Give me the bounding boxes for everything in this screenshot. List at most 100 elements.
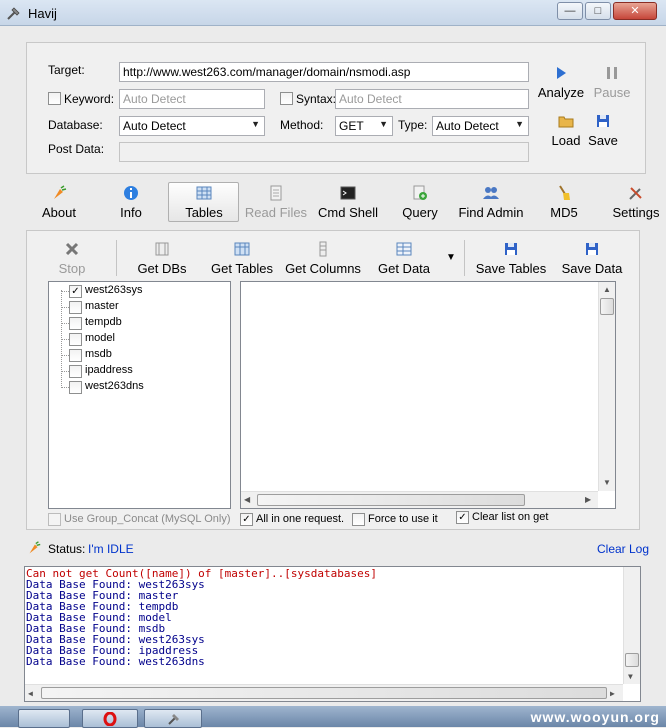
tab-md5[interactable]: MD5	[546, 184, 582, 220]
close-button[interactable]: ✕	[613, 2, 657, 20]
keyword-checkbox[interactable]	[48, 92, 61, 105]
group-concat-label: Use Group_Concat (MySQL Only)	[64, 513, 231, 525]
log-output[interactable]: Can not get Count([name]) of [master]..[…	[24, 566, 641, 702]
scroll-thumb[interactable]	[625, 653, 639, 667]
get-tables-button[interactable]: Get Tables	[207, 240, 277, 276]
folder-icon	[558, 116, 574, 128]
stop-button[interactable]: Stop	[50, 240, 94, 276]
scroll-down-icon[interactable]: ▼	[603, 478, 611, 487]
tree-item-label: tempdb	[85, 316, 122, 328]
chevron-down-icon: ▼	[379, 119, 388, 129]
force-checkbox[interactable]	[352, 513, 365, 526]
syntax-label: Syntax:	[296, 92, 337, 106]
query-icon	[413, 185, 427, 200]
scroll-thumb-horizontal[interactable]	[257, 494, 525, 506]
tab-md5-label: MD5	[550, 205, 578, 220]
log-vertical-scrollbar[interactable]: ▼	[623, 567, 640, 684]
get-columns-button[interactable]: Get Columns	[283, 240, 363, 276]
type-select[interactable]: Auto Detect ▼	[432, 116, 529, 136]
tab-cmd-shell[interactable]: Cmd Shell	[316, 184, 380, 220]
save-tables-button[interactable]: Save Tables	[473, 240, 549, 276]
get-dbs-button[interactable]: Get DBs	[133, 240, 191, 276]
analyze-label: Analyze	[537, 85, 585, 100]
syntax-input[interactable]: Auto Detect	[335, 89, 529, 109]
scroll-right-icon[interactable]: ▶	[585, 495, 591, 504]
taskbar-item-browser[interactable]	[82, 709, 138, 728]
tab-settings-label: Settings	[612, 205, 660, 220]
pause-button[interactable]: Pause	[590, 64, 634, 100]
database-select[interactable]: Auto Detect ▼	[119, 116, 265, 136]
target-input[interactable]: http://www.west263.com/manager/domain/ns…	[119, 62, 529, 82]
all-in-one-checkbox[interactable]: ✓	[240, 513, 253, 526]
tab-read-files[interactable]: Read Files	[244, 184, 308, 220]
scroll-right-icon[interactable]: ▶	[610, 688, 615, 699]
tree-item-checkbox[interactable]: ✓	[69, 285, 82, 298]
group-concat-checkbox[interactable]	[48, 513, 61, 526]
keyword-input[interactable]: Auto Detect	[119, 89, 265, 109]
tree-item-label: ipaddress	[85, 364, 133, 376]
get-tables-label: Get Tables	[211, 261, 273, 276]
clear-list-label: Clear list on get	[472, 511, 549, 523]
tab-tables[interactable]: Tables	[172, 184, 236, 220]
scroll-down-icon[interactable]: ▼	[628, 671, 633, 682]
method-label: Method:	[280, 118, 324, 132]
get-data-button[interactable]: Get Data	[373, 240, 435, 276]
floppy-disk-icon	[597, 115, 609, 127]
tree-item-label: model	[85, 332, 115, 344]
tree-item-checkbox[interactable]	[69, 317, 82, 330]
app-icon	[168, 714, 179, 725]
tree-item-checkbox[interactable]	[69, 333, 82, 346]
tab-settings[interactable]: Settings	[610, 184, 662, 220]
clear-log-link[interactable]: Clear Log	[597, 542, 649, 556]
tab-info[interactable]: Info	[112, 184, 150, 220]
get-data-label: Get Data	[377, 261, 431, 276]
vertical-scrollbar[interactable]: ▲ ▼	[598, 282, 615, 491]
tools-icon	[629, 187, 642, 200]
tab-find-admin[interactable]: Find Admin	[455, 184, 527, 220]
database-select-value: Auto Detect	[123, 119, 186, 133]
get-data-dropdown-arrow[interactable]: ▼	[446, 252, 456, 263]
pause-label: Pause	[593, 85, 631, 100]
database-tree[interactable]: ✓ west263sys master tempdb model msdb ip…	[48, 281, 231, 509]
scroll-left-icon[interactable]: ◀	[244, 495, 250, 504]
horizontal-scrollbar[interactable]: ◀ ▶	[241, 491, 598, 508]
taskbar-item-window[interactable]	[18, 709, 70, 728]
postdata-label: Post Data:	[48, 142, 105, 156]
window-title: Havij	[28, 6, 57, 21]
taskbar-item-havij[interactable]	[144, 709, 202, 728]
stop-label: Stop	[58, 261, 86, 276]
clear-list-checkbox[interactable]: ✓	[456, 511, 469, 524]
data-listbox[interactable]: ▲ ▼ ◀ ▶	[240, 281, 616, 509]
method-select[interactable]: GET ▼	[335, 116, 393, 136]
tree-item-checkbox[interactable]	[69, 381, 82, 394]
save-button[interactable]: Save	[584, 112, 622, 148]
chevron-down-icon: ▼	[251, 119, 260, 129]
postdata-input[interactable]	[119, 142, 529, 162]
analyze-button[interactable]: Analyze	[537, 64, 585, 100]
tab-info-label: Info	[120, 205, 142, 220]
scroll-thumb[interactable]	[600, 298, 614, 315]
tree-item-label: master	[85, 300, 119, 312]
load-button[interactable]: Load	[546, 112, 586, 148]
tree-item-label: west263dns	[85, 380, 144, 392]
maximize-button[interactable]: □	[585, 2, 611, 20]
scroll-up-icon[interactable]: ▲	[599, 285, 615, 294]
minimize-button[interactable]: —	[557, 2, 583, 20]
syntax-checkbox[interactable]	[280, 92, 293, 105]
save-data-button[interactable]: Save Data	[560, 240, 624, 276]
tree-item-checkbox[interactable]	[69, 365, 82, 378]
get-dbs-label: Get DBs	[137, 261, 187, 276]
database-icon	[155, 242, 169, 256]
log-horizontal-scrollbar[interactable]: ◀ ▶	[25, 684, 623, 701]
tree-item-checkbox[interactable]	[69, 349, 82, 362]
tab-read-files-label: Read Files	[244, 205, 308, 220]
tree-item-checkbox[interactable]	[69, 301, 82, 314]
tab-about[interactable]: About	[36, 184, 82, 220]
tree-item-label: msdb	[85, 348, 112, 360]
get-columns-label: Get Columns	[285, 261, 361, 276]
opera-icon	[103, 712, 117, 726]
app-icon	[7, 7, 20, 20]
scroll-thumb-horizontal[interactable]	[41, 687, 607, 699]
tab-query[interactable]: Query	[398, 184, 442, 220]
scroll-left-icon[interactable]: ◀	[28, 688, 33, 699]
